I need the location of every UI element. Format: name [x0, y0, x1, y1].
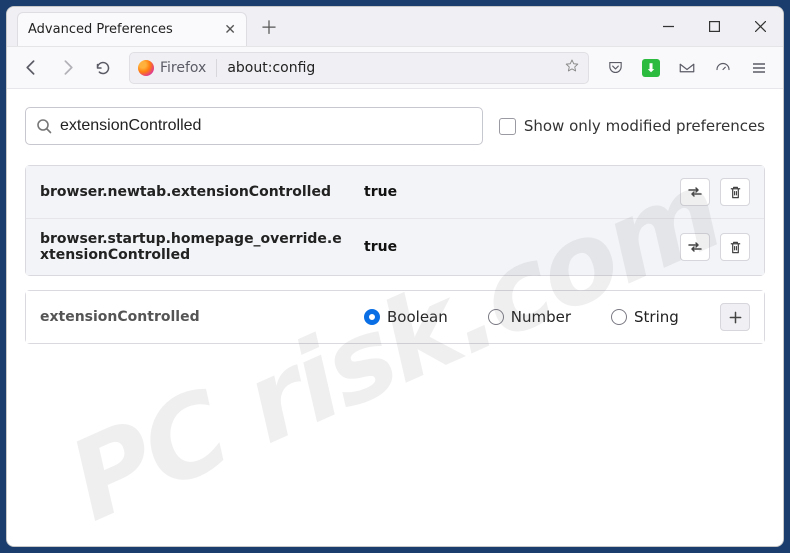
radio-icon — [488, 309, 504, 325]
close-tab-icon[interactable]: ✕ — [224, 22, 236, 38]
pref-actions — [680, 178, 750, 206]
url-bar[interactable]: Firefox about:config — [129, 52, 589, 84]
url-identity: Firefox — [160, 60, 206, 76]
delete-button[interactable] — [720, 233, 750, 261]
toggle-button[interactable] — [680, 233, 710, 261]
pref-value: true — [364, 239, 666, 255]
checkbox-icon — [499, 118, 516, 135]
dashboard-icon[interactable] — [707, 52, 739, 84]
radio-icon — [364, 309, 380, 325]
delete-button[interactable] — [720, 178, 750, 206]
url-text: about:config — [227, 60, 564, 76]
radio-number[interactable]: Number — [488, 308, 571, 326]
pocket-icon[interactable] — [599, 52, 631, 84]
checkbox-label: Show only modified preferences — [524, 117, 765, 135]
bookmark-star-icon[interactable] — [564, 58, 580, 78]
radio-label: Number — [511, 308, 571, 326]
pref-row[interactable]: browser.newtab.extensionControlled true — [26, 166, 764, 218]
browser-tab[interactable]: Advanced Preferences ✕ — [17, 12, 247, 46]
navigation-toolbar: Firefox about:config ⬇ — [7, 47, 783, 89]
radio-boolean[interactable]: Boolean — [364, 308, 448, 326]
pref-value: true — [364, 184, 666, 200]
new-pref-row: extensionControlled Boolean Number Strin… — [26, 291, 764, 343]
new-pref-actions — [720, 303, 750, 331]
new-tab-button[interactable]: ＋ — [255, 13, 283, 41]
tab-title: Advanced Preferences — [28, 22, 224, 37]
pref-list-new: extensionControlled Boolean Number Strin… — [25, 290, 765, 344]
search-icon — [36, 118, 52, 134]
browser-window: Advanced Preferences ✕ ＋ Firef — [6, 6, 784, 547]
firefox-icon — [138, 60, 154, 76]
radio-label: Boolean — [387, 308, 448, 326]
forward-button[interactable] — [51, 52, 83, 84]
pref-name: browser.startup.homepage_override.extens… — [40, 231, 350, 263]
pref-row[interactable]: browser.startup.homepage_override.extens… — [26, 218, 764, 275]
pref-list-modified: browser.newtab.extensionControlled true … — [25, 165, 765, 276]
radio-label: String — [634, 308, 679, 326]
new-pref-name: extensionControlled — [40, 309, 350, 325]
titlebar: Advanced Preferences ✕ ＋ — [7, 7, 783, 47]
page-content: Show only modified preferences browser.n… — [7, 89, 783, 546]
inbox-icon[interactable] — [671, 52, 703, 84]
window-controls — [645, 7, 783, 47]
radio-string[interactable]: String — [611, 308, 679, 326]
search-input[interactable] — [60, 117, 472, 135]
show-modified-checkbox[interactable]: Show only modified preferences — [499, 117, 765, 135]
url-separator — [216, 59, 217, 77]
app-menu-button[interactable] — [743, 52, 775, 84]
close-window-button[interactable] — [737, 7, 783, 47]
back-button[interactable] — [15, 52, 47, 84]
maximize-button[interactable] — [691, 7, 737, 47]
search-box[interactable] — [25, 107, 483, 145]
radio-icon — [611, 309, 627, 325]
extension-icon[interactable]: ⬇ — [635, 52, 667, 84]
minimize-button[interactable] — [645, 7, 691, 47]
search-row: Show only modified preferences — [25, 107, 765, 145]
reload-button[interactable] — [87, 52, 119, 84]
pref-actions — [680, 233, 750, 261]
type-radios: Boolean Number String — [364, 308, 706, 326]
pref-name: browser.newtab.extensionControlled — [40, 184, 350, 200]
add-button[interactable] — [720, 303, 750, 331]
toggle-button[interactable] — [680, 178, 710, 206]
